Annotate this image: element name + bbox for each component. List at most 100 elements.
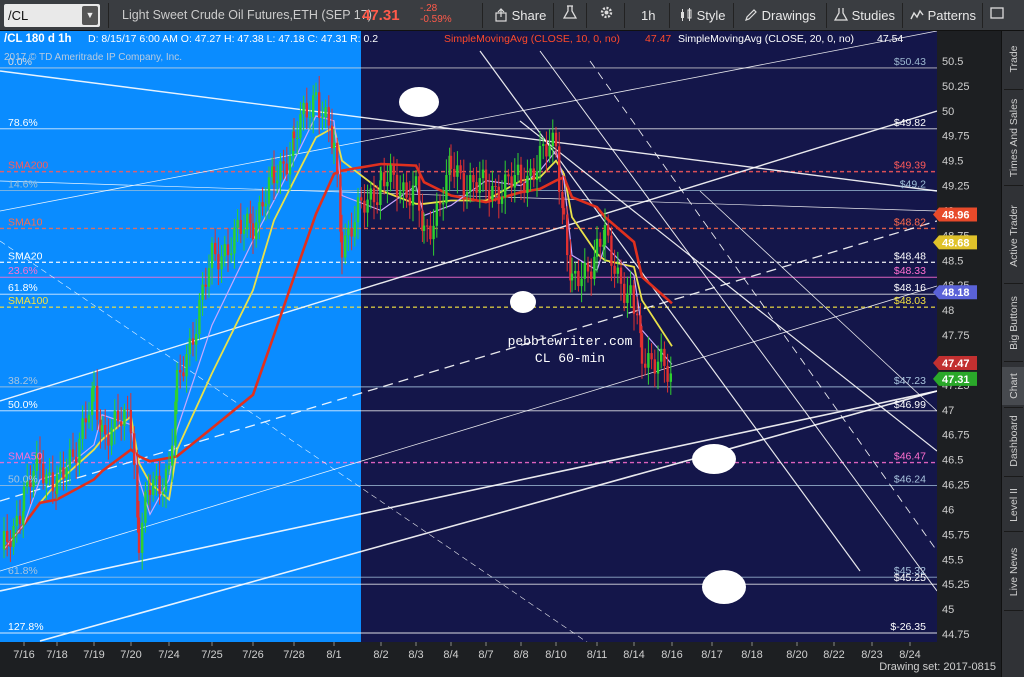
side-tab-big-buttons[interactable]: Big Buttons (1002, 287, 1024, 359)
level-label-left: 14.6% (8, 179, 38, 191)
side-tab-live-news[interactable]: Live News (1002, 536, 1024, 608)
candle-body (201, 284, 204, 300)
x-tick-label: 8/2 (373, 649, 388, 661)
side-tab-level-ii[interactable]: Level II (1002, 481, 1024, 529)
candle-body (445, 175, 448, 204)
candle-body (6, 530, 9, 542)
candle-body (414, 176, 418, 186)
side-tab-chart[interactable]: Chart (1002, 367, 1024, 405)
style-button[interactable]: Style (679, 4, 726, 27)
candle-body (542, 144, 545, 146)
side-tab-times-and-sales[interactable]: Times And Sales (1002, 93, 1024, 183)
level-label-left: 61.8% (8, 282, 38, 294)
side-tab-active-trader[interactable]: Active Trader (1002, 191, 1024, 281)
candle-body (666, 365, 669, 382)
candle-body (383, 172, 386, 187)
y-tick-label: 46 (942, 504, 954, 516)
candle-body (366, 199, 369, 213)
drawing-set-label: Drawing set: 2017-0815 (879, 661, 996, 673)
candle-body (339, 174, 342, 232)
patterns-button[interactable]: Patterns (910, 4, 976, 27)
x-tick-label: 8/3 (408, 649, 423, 661)
candle-body (123, 409, 126, 426)
y-tick-label: 48.5 (942, 255, 963, 267)
side-tab-dashboard[interactable]: Dashboard (1002, 408, 1024, 474)
candle-body (616, 267, 619, 274)
y-tick-label: 47.75 (942, 330, 970, 342)
x-tick-label: 8/23 (861, 649, 882, 661)
candle-body (529, 168, 532, 176)
candle-body (18, 515, 22, 525)
candle-body (640, 333, 644, 364)
candle-body (195, 334, 198, 345)
candle-body (292, 131, 296, 139)
candle-body (516, 164, 520, 176)
annotation-ellipse (510, 291, 536, 313)
candle-body (45, 474, 48, 484)
x-tick-label: 8/24 (899, 649, 920, 661)
price-chart[interactable]: 0.0% $50.4378.6% $49.82SMA200 $49.3914.6% $4… (0, 31, 1001, 677)
candle-body (336, 142, 339, 175)
watermark-caption: CL 60-min (535, 351, 605, 366)
candle-body (236, 219, 239, 228)
x-tick-label: 8/7 (478, 649, 493, 661)
price-badge-label: 47.47 (942, 358, 970, 370)
candle-body (133, 433, 136, 465)
toolbar-divider (826, 3, 827, 28)
candle-body (207, 267, 211, 287)
symbol-input[interactable]: /CL ▼ (4, 4, 100, 27)
candle-body (526, 175, 529, 193)
symbol-dropdown-button[interactable]: ▼ (82, 6, 98, 25)
candle-body (226, 244, 230, 256)
candle-body (595, 238, 599, 257)
chart-area[interactable]: 0.0% $50.43 78.6% $49.82 SMA200 $49.39 14.6% $4… (0, 31, 1001, 677)
side-tab-divider (1004, 283, 1023, 284)
settings-button[interactable] (599, 4, 614, 27)
x-tick-label: 7/25 (201, 649, 222, 661)
candle-body (590, 271, 593, 280)
candle-body (504, 174, 507, 198)
level-label-right: $49.82 (894, 117, 926, 129)
level-label-left: SMA50 (8, 451, 43, 463)
candle-body (71, 449, 75, 457)
level-label-left: 50.0% (8, 474, 38, 486)
level-label-right: $45.25 (894, 572, 926, 584)
x-tick-label: 8/14 (623, 649, 644, 661)
share-button[interactable]: Share (494, 4, 546, 27)
side-tab-trade[interactable]: Trade (1002, 31, 1024, 87)
candle-body (660, 348, 663, 362)
candle-body (96, 385, 99, 420)
candle-body (647, 353, 650, 368)
candle-body (663, 348, 666, 366)
drawings-button[interactable]: Drawings (744, 4, 816, 27)
level-label-left: 38.2% (8, 375, 38, 387)
candle-body (141, 522, 144, 553)
level-label-right: $48.48 (894, 250, 926, 262)
candle-body (623, 283, 626, 303)
candle-body (251, 223, 255, 240)
candle-body (107, 434, 110, 446)
x-tick-label: 8/22 (823, 649, 844, 661)
level-label-right: $47.23 (894, 375, 926, 387)
copyright-text: 2017 © TD Ameritrade IP Company, Inc. (4, 52, 182, 63)
candle-body (353, 222, 356, 237)
candle-body (472, 175, 475, 183)
candle-body (619, 267, 623, 284)
candle-body (478, 178, 481, 193)
side-tab-label: Level II (1007, 488, 1020, 522)
candle-body (386, 181, 389, 187)
x-tick-label: 8/8 (513, 649, 528, 661)
toolbar-divider (108, 3, 109, 28)
studies-button[interactable]: Studies (833, 4, 895, 27)
beaker-button[interactable] (562, 4, 578, 27)
candle-body (164, 468, 168, 493)
candle-body (629, 285, 632, 294)
x-tick-label: 8/17 (701, 649, 722, 661)
toolbar-divider (624, 3, 625, 28)
side-tab-label: Live News (1007, 547, 1020, 597)
drawings-label: Drawings (761, 8, 816, 23)
candle-body (603, 225, 607, 245)
interval-button[interactable]: 1h (641, 4, 655, 27)
candle-body (188, 338, 191, 355)
more-button[interactable] (990, 4, 1004, 27)
